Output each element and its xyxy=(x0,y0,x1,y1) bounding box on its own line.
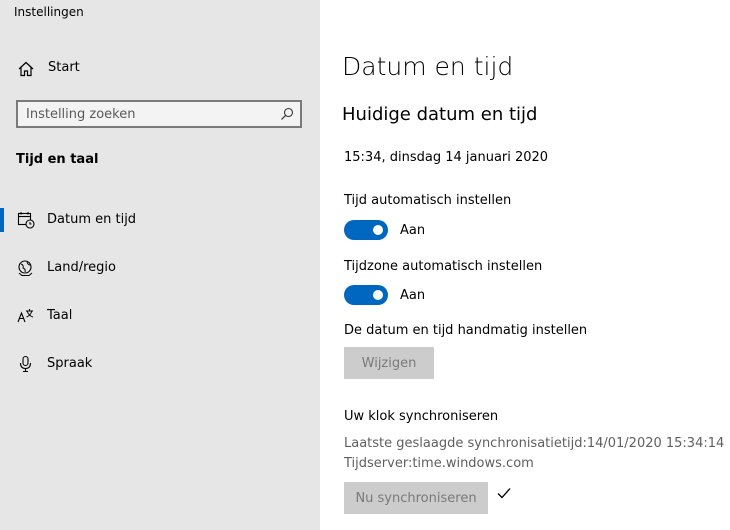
toggle-knob xyxy=(373,225,383,235)
sidebar-item-label: Spraak xyxy=(47,356,93,371)
search-icon[interactable] xyxy=(280,107,294,121)
microphone-icon xyxy=(19,355,32,373)
change-button[interactable]: Wijzigen xyxy=(344,347,434,379)
home-label: Start xyxy=(48,60,80,75)
window-title: Instellingen xyxy=(14,5,84,19)
sidebar-item-label: Datum en tijd xyxy=(47,212,137,227)
time-server-text: Tijdserver:time.windows.com xyxy=(344,456,534,471)
search-input[interactable] xyxy=(26,105,266,123)
sidebar-item-label: Taal xyxy=(47,308,73,323)
checkmark-icon xyxy=(497,488,511,499)
current-datetime: 15:34, dinsdag 14 januari 2020 xyxy=(344,150,549,165)
sidebar-item-datum-en-tijd[interactable]: Datum en tijd xyxy=(0,204,320,236)
toggle-knob xyxy=(373,290,383,300)
manual-set-label: De datum en tijd handmatig instellen xyxy=(344,323,588,338)
sidebar: Instellingen Start Tijd en taal Datum en… xyxy=(0,0,320,530)
section-subtitle: Huidige datum en tijd xyxy=(342,104,538,125)
sidebar-item-spraak[interactable]: Spraak xyxy=(0,348,320,380)
sidebar-item-label: Land/regio xyxy=(47,260,116,275)
auto-time-label: Tijd automatisch instellen xyxy=(344,193,512,208)
auto-timezone-toggle[interactable] xyxy=(344,285,388,305)
main-content: Datum en tijd Huidige datum en tijd 15:3… xyxy=(320,0,730,530)
globe-icon xyxy=(18,260,33,276)
home-nav-item[interactable]: Start xyxy=(0,56,320,82)
sync-heading: Uw klok synchroniseren xyxy=(344,409,499,424)
auto-timezone-state: Aan xyxy=(400,288,426,303)
selection-indicator xyxy=(0,208,4,232)
last-sync-text: Laatste geslaagde synchronisatietijd:14/… xyxy=(344,436,725,451)
search-box[interactable] xyxy=(16,100,302,128)
calendar-clock-icon xyxy=(17,212,35,229)
sidebar-item-land-regio[interactable]: Land/regio xyxy=(0,252,320,284)
sync-now-button[interactable]: Nu synchroniseren xyxy=(344,482,488,514)
section-title: Tijd en taal xyxy=(16,152,99,167)
page-title: Datum en tijd xyxy=(342,52,514,81)
home-icon xyxy=(18,61,34,77)
language-icon xyxy=(17,309,34,323)
auto-time-toggle[interactable] xyxy=(344,220,388,240)
auto-timezone-label: Tijdzone automatisch instellen xyxy=(344,259,543,274)
sidebar-item-taal[interactable]: Taal xyxy=(0,300,320,332)
auto-time-state: Aan xyxy=(400,223,426,238)
